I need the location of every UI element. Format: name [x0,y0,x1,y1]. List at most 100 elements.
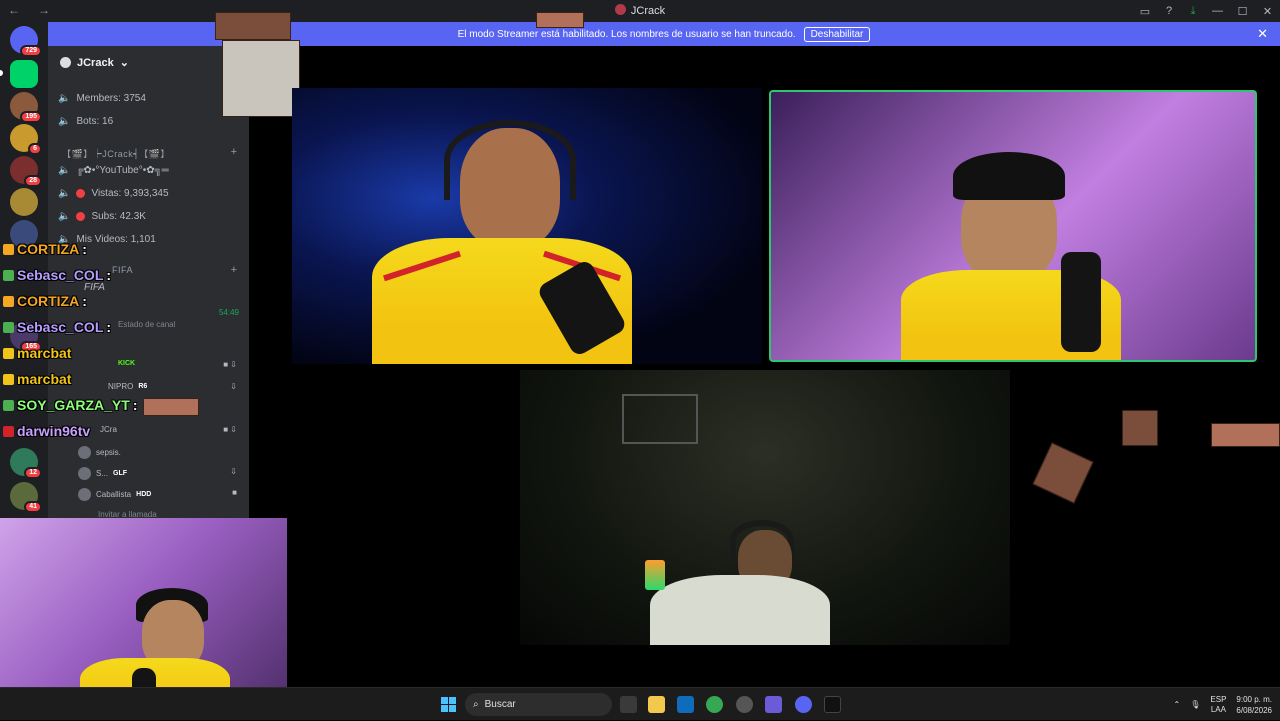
minimize-button[interactable]: — [1205,5,1230,17]
voice-user[interactable]: sepsis. [78,446,121,459]
voice-user[interactable]: Caballista HDD [78,488,151,501]
discord-taskbar-icon[interactable] [795,696,812,713]
channel-subs[interactable]: 🔈 Subs: 42.3K [58,211,146,222]
clock[interactable]: 9:00 p. m. 6/08/2026 [1236,694,1272,716]
user-name: KICK [118,360,136,367]
server-icon-8[interactable]: 41 [10,482,42,513]
windows-start-icon[interactable] [441,697,456,712]
maximize-button[interactable]: ☐ [1230,5,1255,18]
chat-message: darwin96tv [3,423,90,439]
file-explorer-icon[interactable] [648,696,665,713]
server-header[interactable]: JCrack ⌄ [60,56,129,69]
search-box[interactable]: ⌕ Buscar [465,693,612,716]
channel-youtube[interactable]: 🔈 ╔✿•°YouTube°•✿╗═ [58,165,169,176]
chat-user: marcbat [17,371,72,387]
outlook-icon[interactable] [677,696,694,713]
chat-user: darwin96tv [17,423,91,439]
chat-message: Sebasc_COL: [3,267,111,283]
badge-icon [3,347,14,359]
speaker-icon: 🔈 [58,211,71,222]
channel-members[interactable]: 🔈 Members: 3754 [58,93,146,104]
server-icon [614,4,626,15]
camera-icon: ■ ⇩ [223,360,237,369]
system-tray: ⌃ 🎙 ESP LAA 9:00 p. m. 6/08/2026 [1174,688,1280,721]
banner-message: El modo Streamer está habilitado. Los no… [457,28,796,40]
task-view-icon[interactable] [620,696,637,713]
avatar [78,488,91,501]
emote-image [1122,410,1158,446]
title-bar-actions: ▭ ? ⤓ — ☐ ✕ [1133,0,1280,22]
channel-vistas[interactable]: 🔈 Vistas: 9,393,345 [58,188,169,199]
notification-badge: 12 [24,467,42,479]
language-indicator[interactable]: ESP LAA [1210,695,1226,715]
boost-icon [60,57,71,68]
add-channel-icon[interactable]: + [231,264,237,276]
clock-date: 6/08/2026 [1236,705,1272,715]
close-icon[interactable]: ✕ [1257,26,1268,42]
server-icon-4[interactable] [10,188,38,216]
chat-user: CORTIZA [17,241,80,257]
voice-user[interactable]: KICK [118,360,135,367]
search-placeholder: Buscar [484,699,516,710]
call-timer: 54:49 [218,308,239,317]
badge-icon [3,399,14,411]
discord-home-icon[interactable]: 729 [10,26,42,57]
red-circle-icon [76,212,86,221]
avatar [78,446,91,459]
basketball-hoop [622,394,698,444]
selected-indicator [0,70,3,76]
chevron-up-icon[interactable]: ⌃ [1174,700,1181,709]
download-icon[interactable]: ⤓ [1181,5,1205,18]
video-tile-2[interactable] [769,90,1257,362]
video-tile-1[interactable] [292,88,762,364]
channel-bots[interactable]: 🔈 Bots: 16 [58,116,113,127]
lang-bottom: LAA [1210,704,1226,714]
channel-label: Bots: 16 [76,116,114,127]
emote-image [1211,423,1280,447]
voice-user[interactable]: S... GLF [78,467,127,480]
close-button[interactable]: ✕ [1255,5,1280,18]
chrome-icon[interactable] [706,696,723,713]
help-icon[interactable]: ? [1157,5,1181,17]
chat-message: Sebasc_COL: [3,319,111,335]
channel-status[interactable]: Estado de canal [118,320,175,329]
server-icon-1[interactable]: 195 [10,92,42,123]
server-icon-7[interactable]: 12 [10,448,42,479]
voice-user[interactable]: JCra [100,425,117,434]
inbox-icon[interactable]: ▭ [1133,5,1157,18]
voice-user[interactable]: NIPRO R6 [108,382,147,391]
chat-message: SOY_GARZA_YT: [3,397,137,413]
user-tag: R6 [138,383,148,390]
chat-message: CORTIZA: [3,241,87,257]
clock-time: 9:00 p. m. [1236,694,1272,704]
channel-label: ╔✿•°YouTube°•✿╗═ [76,165,169,176]
stream-icon: ⇩ [230,382,237,391]
face [460,128,560,248]
chat-message: marcbat [3,371,71,387]
camera-icon: ■ [232,488,237,497]
app-icon[interactable] [736,696,753,713]
notification-badge: 28 [24,175,42,187]
camera-icon: ■ ⇩ [223,425,237,434]
emote-image [536,12,584,28]
server-kick-icon[interactable] [10,60,38,88]
user-name: S... [96,469,109,478]
obs-icon[interactable] [824,696,841,713]
server-icon-2[interactable]: 6 [10,124,42,155]
server-icon-3[interactable]: 28 [10,156,42,187]
voice-channel-fifa[interactable]: FIFA [84,282,105,293]
microphone-tray-icon[interactable]: 🎙 [1190,700,1200,709]
rgb-light [645,560,665,590]
category-jcrack[interactable]: 【🎬】┝JCrack┥【🎬】 [62,147,170,160]
category-fifa[interactable]: FIFA [112,265,133,275]
app-grid-icon[interactable] [765,696,782,713]
windows-taskbar: ⌕ Buscar ⌃ 🎙 ESP LAA 9:00 p. m. 6/08/202… [0,687,1280,720]
badge-icon [3,425,14,437]
disable-button[interactable]: Deshabilitar [803,26,871,42]
chat-colon: : [106,319,112,335]
add-channel-icon[interactable]: + [231,146,237,158]
video-tile-3[interactable] [520,370,1010,645]
window-title-text: JCrack [630,5,666,17]
user-name: sepsis. [96,448,121,457]
chat-user: SOY_GARZA_YT [17,397,130,413]
